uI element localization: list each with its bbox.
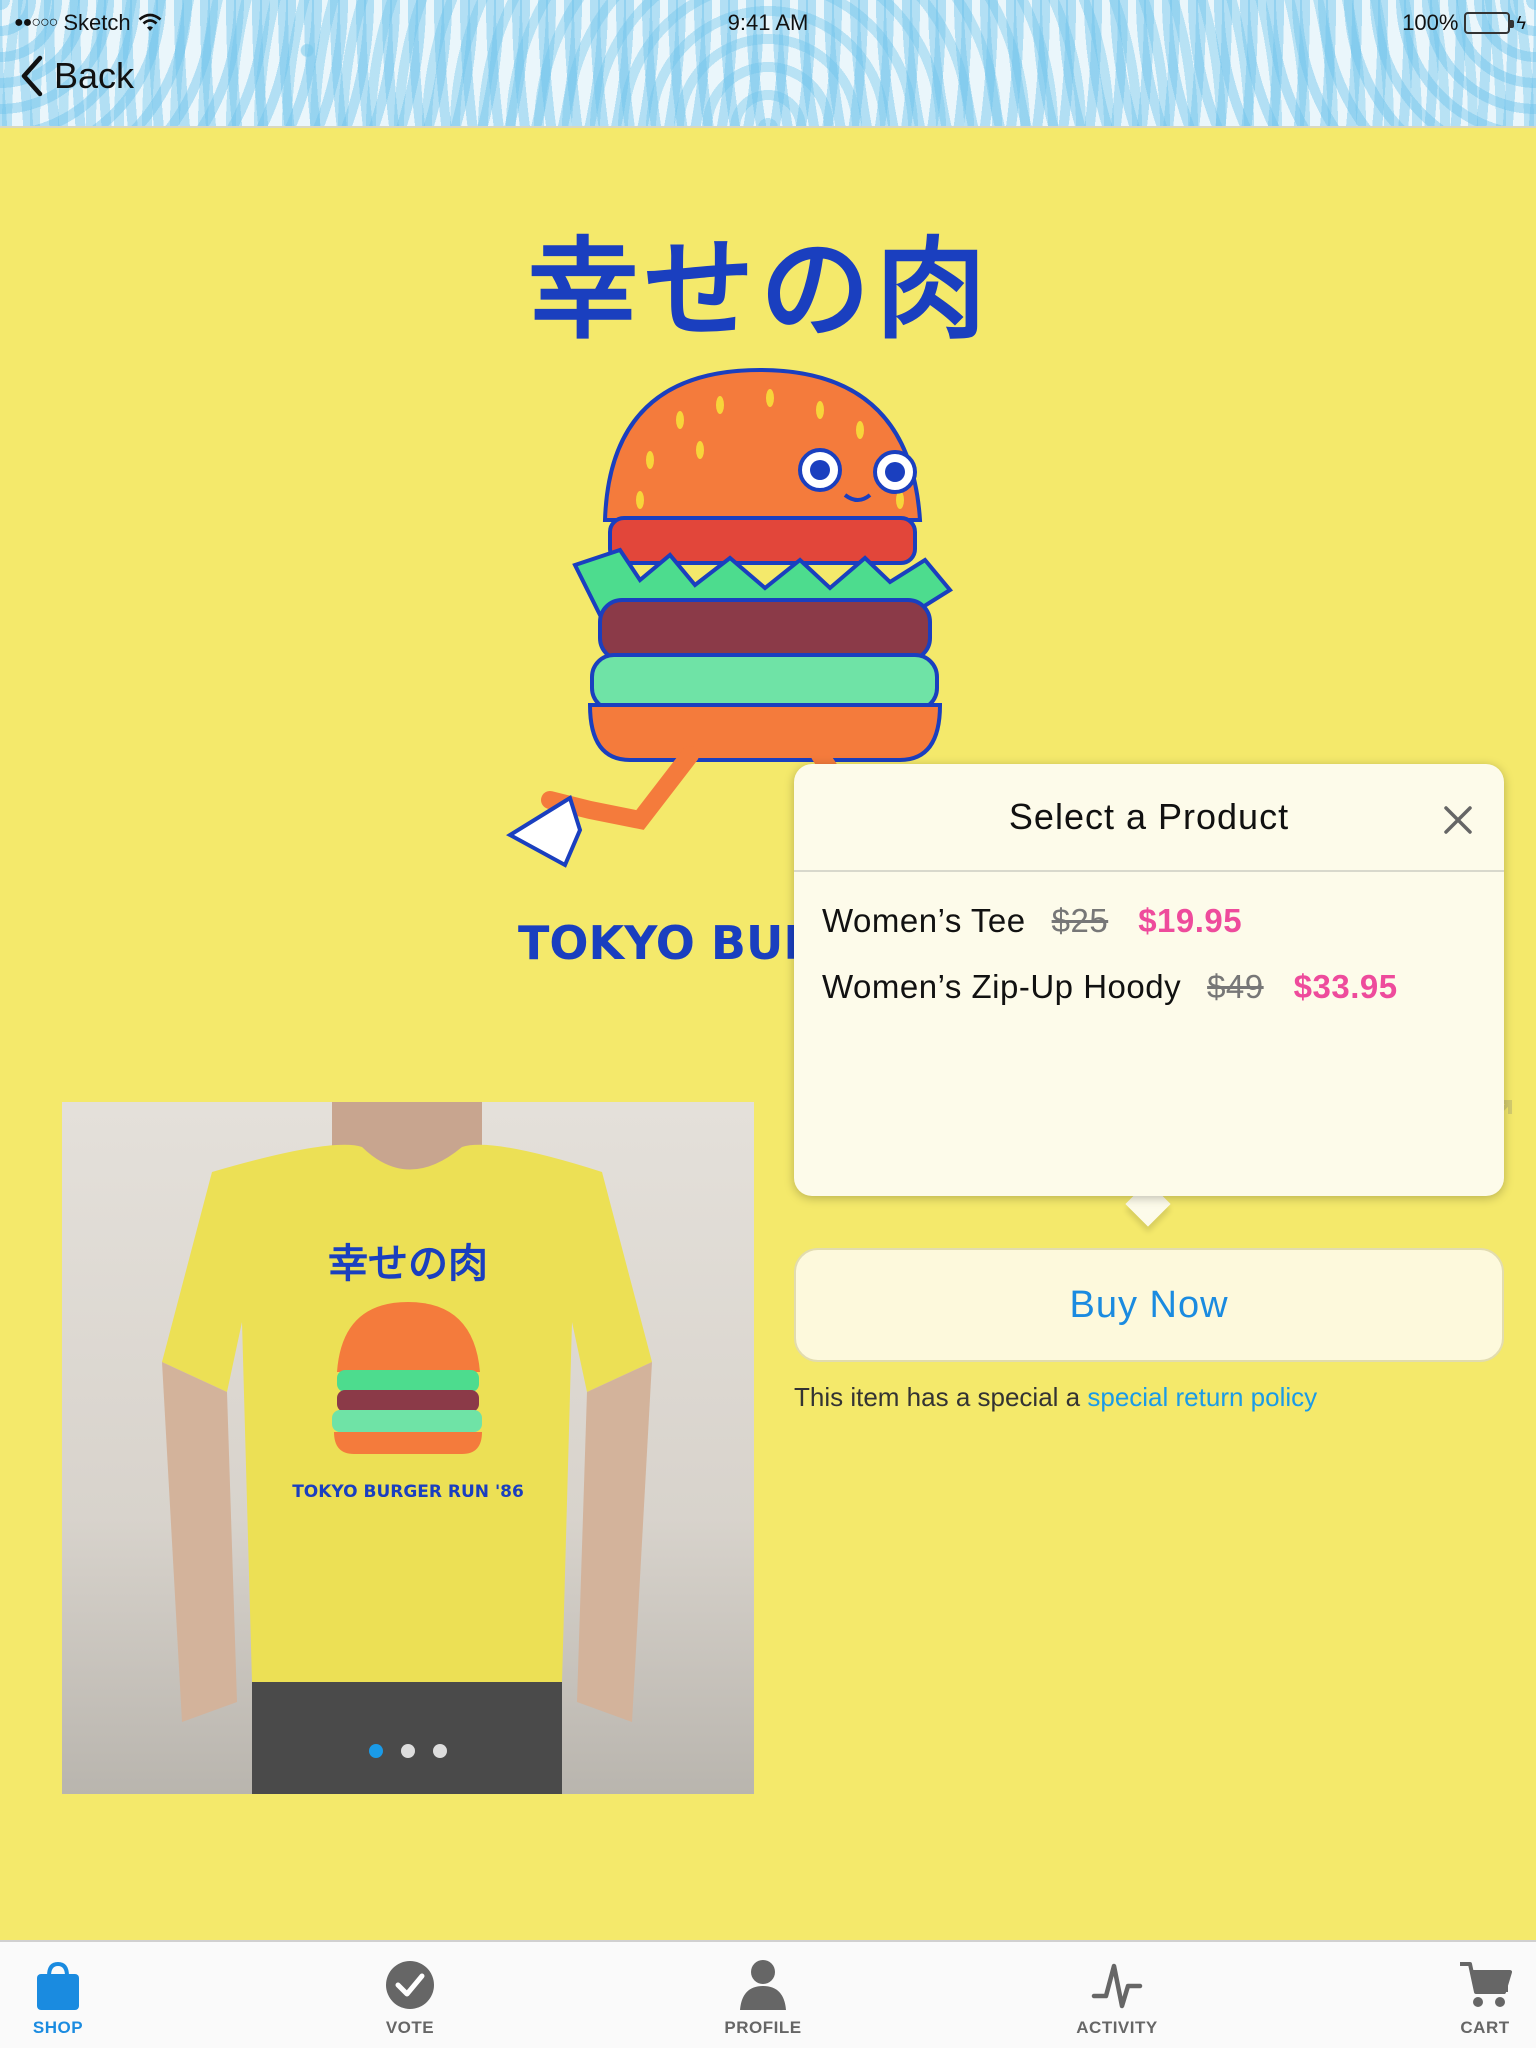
- status-right: 100% ϟ: [1402, 10, 1526, 36]
- header: ●●○○○ Sketch 9:41 AM 100% ϟ Back: [0, 0, 1536, 128]
- popover-divider: [794, 870, 1504, 872]
- close-icon[interactable]: [1438, 800, 1478, 840]
- artwork-title: 幸せの肉: [528, 229, 992, 352]
- tab-profile[interactable]: PROFILE: [693, 1958, 833, 2038]
- charging-bolt-icon: ϟ: [1516, 12, 1526, 33]
- status-bar: ●●○○○ Sketch 9:41 AM 100% ϟ: [0, 0, 1536, 44]
- buy-now-button[interactable]: Buy Now: [794, 1248, 1504, 1362]
- battery-percent: 100%: [1402, 10, 1459, 35]
- battery-icon: [1464, 12, 1515, 34]
- tab-activity[interactable]: ACTIVITY: [1047, 1958, 1187, 2038]
- product-option-name: Women’s Tee: [822, 902, 1026, 939]
- person-icon: [740, 1960, 786, 2010]
- product-option-old-price: $49: [1207, 968, 1264, 1005]
- svg-text:TOKYO BURGER RUN '86: TOKYO BURGER RUN '86: [292, 1482, 524, 1502]
- product-option-womens-tee[interactable]: Women’s Tee $25 $19.95: [822, 902, 1480, 968]
- product-photo[interactable]: 幸せの肉 TOKYO BURGER RUN '86: [62, 1102, 754, 1794]
- tab-shop[interactable]: SHOP: [0, 1958, 128, 2038]
- return-policy-text: This item has a special a: [794, 1382, 1088, 1412]
- tab-label: SHOP: [32, 2018, 84, 2037]
- select-product-popover: Select a Product Women’s Tee $25 $19.95 …: [794, 764, 1504, 1196]
- tab-label: PROFILE: [724, 2018, 802, 2037]
- product-option-price: $19.95: [1138, 902, 1243, 939]
- activity-icon: [1091, 1963, 1143, 2009]
- chevron-left-icon: [21, 55, 43, 97]
- back-label: Back: [54, 55, 135, 96]
- popover-title: Select a Product: [1008, 796, 1290, 837]
- product-option-price: $33.95: [1293, 968, 1398, 1005]
- product-options-list: Women’s Tee $25 $19.95 Women’s Zip-Up Ho…: [822, 902, 1480, 1034]
- checkmark-icon: [386, 1961, 434, 2009]
- return-policy-link[interactable]: special return policy: [1087, 1382, 1317, 1412]
- return-policy-note: This item has a special a special return…: [794, 1382, 1317, 1413]
- page-dot-3[interactable]: [433, 1744, 447, 1758]
- tab-label: VOTE: [385, 2018, 435, 2037]
- cart-icon: [1460, 1962, 1512, 2007]
- product-option-old-price: $25: [1051, 902, 1109, 939]
- product-artwork: 幸せの肉: [480, 200, 1040, 868]
- shopping-bag-icon: [37, 1961, 79, 2010]
- svg-text:幸せの肉: 幸せの肉: [328, 1241, 488, 1287]
- tab-cart[interactable]: CART: [1415, 1958, 1536, 2038]
- back-button[interactable]: Back: [18, 54, 134, 98]
- model-wearing-tee-image: 幸せの肉 TOKYO BURGER RUN '86: [162, 1102, 652, 1794]
- tab-vote[interactable]: VOTE: [340, 1958, 480, 2038]
- gallery-page-indicator[interactable]: [62, 1744, 754, 1758]
- page-dot-1[interactable]: [369, 1744, 383, 1758]
- status-time: 9:41 AM: [727, 10, 809, 35]
- tab-bar: SHOP VOTE PROFILE ACTIVITY CART: [0, 1940, 1536, 2048]
- tab-label: ACTIVITY: [1076, 2018, 1158, 2037]
- tab-label: CART: [1460, 2018, 1510, 2037]
- page-dot-2[interactable]: [401, 1744, 415, 1758]
- product-option-womens-zip-up-hoody[interactable]: Women’s Zip-Up Hoody $49 $33.95: [822, 968, 1480, 1034]
- product-option-name: Women’s Zip-Up Hoody: [822, 968, 1182, 1005]
